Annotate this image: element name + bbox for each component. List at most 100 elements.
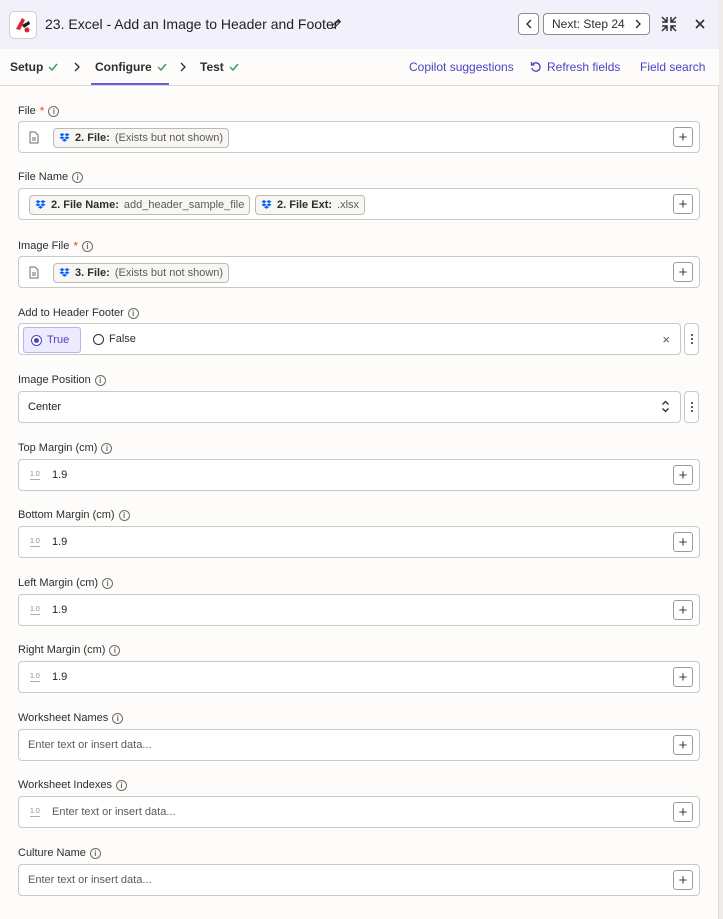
file-label: File * i xyxy=(18,104,60,118)
edit-title-pencil-icon[interactable] xyxy=(330,18,342,33)
tab-test[interactable]: Test xyxy=(200,60,239,74)
image-position-select[interactable]: Center xyxy=(18,391,681,423)
number-type-icon: 1.0 xyxy=(30,471,40,480)
file-name-input[interactable]: 2. File Name: add_header_sample_file 2. … xyxy=(18,188,700,220)
dropbox-icon xyxy=(261,200,272,209)
image-file-input[interactable]: 3. File: (Exists but not shown) + xyxy=(18,256,700,288)
insert-data-button[interactable]: + xyxy=(673,600,693,620)
next-step-label: Next: Step 24 xyxy=(552,17,625,31)
mapped-field-pill[interactable]: 2. File Name: add_header_sample_file xyxy=(29,195,251,215)
worksheet-indexes-placeholder: Enter text or insert data... xyxy=(52,806,176,818)
clear-selection-icon[interactable]: × xyxy=(662,332,670,347)
left-margin-label: Left Margin (cm) i xyxy=(18,577,114,589)
previous-step-button[interactable] xyxy=(518,13,539,35)
chevron-up-down-icon xyxy=(662,400,669,413)
worksheet-names-label: Worksheet Names i xyxy=(18,712,124,724)
culture-name-input[interactable]: Enter text or insert data... + xyxy=(18,864,700,896)
scrollbar-track[interactable] xyxy=(719,0,723,919)
pill-value: (Exists but not shown) xyxy=(114,132,224,144)
file-label-text: File xyxy=(18,105,36,117)
image-position-value: Center xyxy=(28,401,62,413)
close-icon[interactable] xyxy=(695,18,705,32)
right-margin-label: Right Margin (cm) i xyxy=(18,644,121,656)
insert-data-button[interactable]: + xyxy=(673,870,693,890)
document-icon xyxy=(29,266,39,279)
dropbox-icon xyxy=(35,200,46,209)
insert-data-button[interactable]: + xyxy=(673,465,693,485)
more-options-kebab-icon[interactable] xyxy=(684,323,699,355)
step-editor-panel: 23. Excel - Add an Image to Header and F… xyxy=(0,0,719,919)
right-margin-value: 1.9 xyxy=(52,671,68,683)
copilot-suggestions-link[interactable]: Copilot suggestions xyxy=(409,60,514,74)
radio-option-true[interactable]: True xyxy=(23,327,81,353)
check-icon xyxy=(157,63,167,71)
chevron-right-icon xyxy=(180,62,186,72)
tab-configure[interactable]: Configure xyxy=(95,60,167,74)
file-name-label-text: File Name xyxy=(18,171,69,183)
insert-data-button[interactable]: + xyxy=(673,127,693,147)
chevron-right-icon xyxy=(74,62,80,72)
insert-data-button[interactable]: + xyxy=(673,532,693,552)
info-icon[interactable]: i xyxy=(115,779,127,791)
step-title[interactable]: 23. Excel - Add an Image to Header and F… xyxy=(45,16,338,32)
insert-data-button[interactable]: + xyxy=(673,262,693,282)
number-type-icon: 1.0 xyxy=(30,673,40,682)
tab-setup-label: Setup xyxy=(10,60,44,74)
info-icon[interactable]: i xyxy=(72,171,84,183)
chevron-left-icon xyxy=(525,19,531,29)
info-icon[interactable]: i xyxy=(102,577,114,589)
next-step-button[interactable]: Next: Step 24 xyxy=(543,13,650,35)
top-margin-input[interactable]: 1.0 1.9 + xyxy=(18,459,700,491)
radio-option-false[interactable]: False xyxy=(93,333,136,345)
top-margin-label-text: Top Margin (cm) xyxy=(18,442,98,454)
insert-data-button[interactable]: + xyxy=(673,194,693,214)
info-icon[interactable]: i xyxy=(89,847,101,859)
tab-configure-label: Configure xyxy=(95,60,152,74)
top-margin-value: 1.9 xyxy=(52,469,68,481)
info-icon[interactable]: i xyxy=(127,307,139,319)
tab-setup[interactable]: Setup xyxy=(10,60,58,74)
radio-option-false-label: False xyxy=(109,333,136,345)
culture-name-placeholder: Enter text or insert data... xyxy=(28,874,152,886)
culture-name-label: Culture Name i xyxy=(18,847,101,859)
collapse-icon[interactable] xyxy=(661,16,677,35)
insert-data-button[interactable]: + xyxy=(673,802,693,822)
bottom-margin-input[interactable]: 1.0 1.9 + xyxy=(18,526,700,558)
more-options-kebab-icon[interactable] xyxy=(684,391,699,423)
mapped-field-pill[interactable]: 3. File: (Exists but not shown) xyxy=(53,263,230,283)
info-icon[interactable]: i xyxy=(48,105,60,117)
add-to-header-footer-radio-group: True False × xyxy=(18,323,681,355)
info-icon[interactable]: i xyxy=(82,240,94,252)
bottom-margin-value: 1.9 xyxy=(52,536,68,548)
refresh-fields-button[interactable]: Refresh fields xyxy=(530,60,620,74)
left-margin-label-text: Left Margin (cm) xyxy=(18,577,99,589)
file-input[interactable]: 2. File: (Exists but not shown) + xyxy=(18,121,700,153)
insert-data-button[interactable]: + xyxy=(673,735,693,755)
image-file-label-text: Image File xyxy=(18,240,70,252)
image-file-label: Image File * i xyxy=(18,239,94,253)
required-mark: * xyxy=(39,104,45,118)
left-margin-input[interactable]: 1.0 1.9 + xyxy=(18,594,700,626)
radio-option-true-label: True xyxy=(47,334,70,346)
left-margin-value: 1.9 xyxy=(52,604,68,616)
mapped-field-pill[interactable]: 2. File: (Exists but not shown) xyxy=(53,128,230,148)
worksheet-names-input[interactable]: Enter text or insert data... + xyxy=(18,729,700,761)
worksheet-indexes-input[interactable]: 1.0 Enter text or insert data... + xyxy=(18,796,700,828)
pill-step: 2. File: xyxy=(75,132,110,144)
radio-unselected-icon xyxy=(93,333,104,345)
worksheet-indexes-label-text: Worksheet Indexes xyxy=(18,779,112,791)
right-margin-input[interactable]: 1.0 1.9 + xyxy=(18,661,700,693)
worksheet-indexes-label: Worksheet Indexes i xyxy=(18,779,127,791)
info-icon[interactable]: i xyxy=(109,644,121,656)
info-icon[interactable]: i xyxy=(118,509,130,521)
info-icon[interactable]: i xyxy=(112,712,124,724)
field-search-link[interactable]: Field search xyxy=(640,60,705,74)
culture-name-label-text: Culture Name xyxy=(18,847,86,859)
check-icon xyxy=(229,63,239,71)
mapped-field-pill[interactable]: 2. File Ext: .xlsx xyxy=(255,195,366,215)
add-to-header-footer-label-text: Add to Header Footer xyxy=(18,307,124,319)
info-icon[interactable]: i xyxy=(94,374,106,386)
info-icon[interactable]: i xyxy=(101,442,113,454)
number-type-icon: 1.0 xyxy=(30,538,40,547)
insert-data-button[interactable]: + xyxy=(673,667,693,687)
